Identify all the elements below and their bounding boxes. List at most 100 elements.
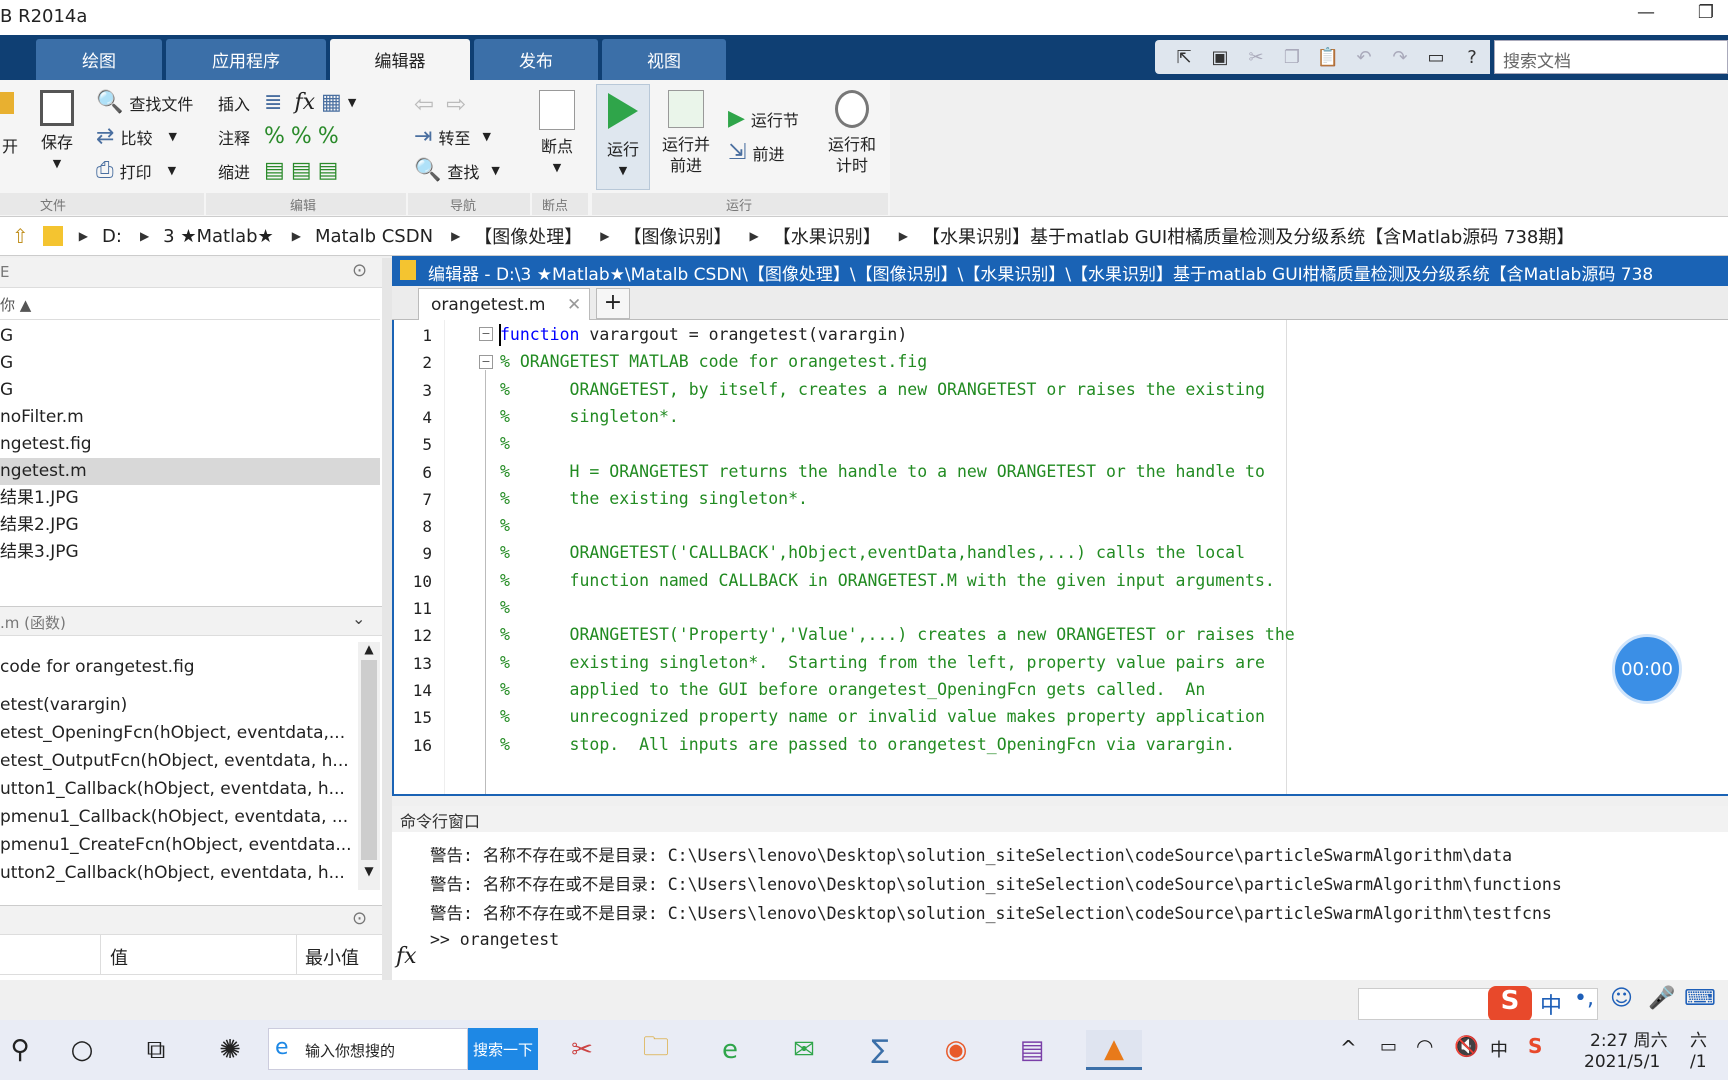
command-prompt-line[interactable]: >> orangetest bbox=[430, 930, 559, 949]
breadcrumb-item[interactable]: Matalb CSDN bbox=[315, 226, 433, 247]
tab-view[interactable]: 视图 bbox=[602, 39, 726, 80]
code-line[interactable]: % singleton*. bbox=[500, 407, 679, 426]
minimize-button[interactable]: — bbox=[1626, 2, 1666, 32]
breadcrumb-item[interactable]: 【水果识别】 bbox=[773, 223, 881, 249]
code-line[interactable]: function varargout = orangetest(varargin… bbox=[500, 325, 907, 344]
details-scrollbar[interactable]: ▲ ▼ bbox=[358, 642, 380, 890]
paste-icon[interactable]: 📋 bbox=[1313, 44, 1343, 70]
tray-ime-indicator[interactable]: 中 bbox=[1490, 1036, 1508, 1062]
clock-time[interactable]: 2:27 周六 bbox=[1590, 1026, 1668, 1051]
code-line[interactable]: % function named CALLBACK in ORANGETEST.… bbox=[500, 571, 1275, 590]
function-item[interactable]: pmenu1_CreateFcn(hObject, eventdata... bbox=[0, 831, 355, 859]
file-item[interactable]: 结果1.JPG bbox=[0, 485, 380, 512]
line-number[interactable]: 5 bbox=[394, 435, 432, 454]
sogou-ime-icon[interactable]: S bbox=[1488, 986, 1532, 1022]
line-number[interactable]: 11 bbox=[394, 599, 432, 618]
chrome-icon[interactable]: ◉ bbox=[936, 1030, 976, 1070]
redo-icon[interactable]: ↷ bbox=[1385, 44, 1415, 70]
cortana-icon[interactable]: ○ bbox=[62, 1030, 102, 1070]
line-number[interactable]: 6 bbox=[394, 463, 432, 482]
ime-voice-icon[interactable]: 🎤 bbox=[1648, 986, 1675, 1011]
function-item[interactable]: code for orangetest.fig bbox=[0, 653, 355, 681]
snip-tool-icon[interactable]: ✂ bbox=[562, 1030, 602, 1070]
fold-toggle-icon[interactable]: − bbox=[479, 327, 493, 341]
file-item[interactable]: G bbox=[0, 377, 380, 404]
tab-editor[interactable]: 编辑器 bbox=[330, 39, 470, 80]
panel-menu-icon[interactable]: ⊙ bbox=[352, 908, 367, 929]
code-line[interactable]: % ORANGETEST, by itself, creates a new O… bbox=[500, 380, 1265, 399]
tab-apps[interactable]: 应用程序 bbox=[166, 39, 326, 80]
file-item[interactable]: noFilter.m bbox=[0, 404, 380, 431]
tab-publish[interactable]: 发布 bbox=[474, 39, 598, 80]
wifi-icon[interactable]: ◠ bbox=[1416, 1034, 1433, 1058]
value-column-header[interactable]: 值 bbox=[110, 944, 128, 970]
window-switch-icon[interactable]: ▭ bbox=[1421, 44, 1451, 70]
fold-toggle-icon[interactable]: − bbox=[479, 355, 493, 369]
line-number[interactable]: 12 bbox=[394, 626, 432, 645]
panel-menu-icon[interactable]: ⊙ bbox=[352, 260, 367, 281]
line-number[interactable]: 2 bbox=[394, 353, 432, 372]
matlab-icon[interactable]: ▲ bbox=[1086, 1030, 1142, 1070]
chevron-down-icon[interactable]: ⌄ bbox=[352, 609, 365, 628]
min-column-header[interactable]: 最小值 bbox=[305, 944, 359, 970]
calculator-app-icon[interactable]: ∑ bbox=[860, 1030, 900, 1070]
help-icon[interactable]: ? bbox=[1457, 44, 1487, 70]
line-number[interactable]: 13 bbox=[394, 654, 432, 673]
function-item[interactable]: utton1_Callback(hObject, eventdata, h... bbox=[0, 775, 355, 803]
breadcrumb-item[interactable]: 【水果识别】基于matlab GUI柑橘质量检测及分级系统【含Matlab源码 … bbox=[922, 223, 1574, 249]
advance-button[interactable]: ⇲ 前进 bbox=[728, 140, 784, 165]
browser-icon[interactable]: e bbox=[710, 1030, 750, 1070]
run-section-button[interactable]: ▶ 运行节 bbox=[728, 106, 799, 131]
nav-arrows[interactable]: ⇦ ⇨ bbox=[414, 90, 466, 118]
comment-button[interactable]: 注释%%% bbox=[218, 124, 339, 149]
code-line[interactable]: % ORANGETEST MATLAB code for orangetest.… bbox=[500, 352, 927, 371]
cut-icon[interactable]: ✂ bbox=[1241, 44, 1271, 70]
file-item[interactable]: G bbox=[0, 350, 380, 377]
run-and-advance-button[interactable]: 运行并 前进 bbox=[656, 90, 716, 176]
compare-button[interactable]: ⇄ 比较 ▼ bbox=[96, 124, 177, 149]
file-item[interactable]: 结果3.JPG bbox=[0, 539, 380, 566]
breakpoints-button[interactable]: 断点 ▼ bbox=[532, 90, 582, 178]
line-number[interactable]: 15 bbox=[394, 708, 432, 727]
code-line[interactable]: % bbox=[500, 434, 510, 453]
save-icon[interactable]: ▣ bbox=[1205, 44, 1235, 70]
code-line[interactable]: % bbox=[500, 516, 510, 535]
web-search-input[interactable]: e 输入你想搜的 bbox=[268, 1028, 468, 1070]
indent-button[interactable]: 缩进 ▤ ▤ ▤ bbox=[218, 158, 338, 183]
file-item-selected[interactable]: ngetest.m bbox=[0, 458, 380, 485]
function-item[interactable]: etest(varargin) bbox=[0, 691, 355, 719]
code-line[interactable]: % unrecognized property name or invalid … bbox=[500, 707, 1265, 726]
print-button[interactable]: ⎙ 打印 ▼ bbox=[96, 158, 176, 183]
run-button[interactable]: 运行 ▼ bbox=[596, 84, 650, 190]
code-line[interactable]: % ORANGETEST('CALLBACK',hObject,eventDat… bbox=[500, 543, 1245, 562]
find-files-button[interactable]: 🔍 查找文件 bbox=[96, 90, 193, 115]
file-explorer-icon[interactable]: 🗀 bbox=[636, 1030, 676, 1070]
code-line[interactable]: % the existing singleton*. bbox=[500, 489, 808, 508]
ime-language-indicator[interactable]: 中 bbox=[1540, 988, 1562, 1020]
line-number[interactable]: 9 bbox=[394, 544, 432, 563]
network-icon[interactable]: ▭ bbox=[1380, 1036, 1397, 1057]
line-number[interactable]: 10 bbox=[394, 572, 432, 591]
task-view-icon[interactable]: ⧉ bbox=[136, 1030, 176, 1070]
find-button[interactable]: 🔍 查找 ▼ bbox=[414, 158, 500, 183]
code-line[interactable]: % applied to the GUI before orangetest_O… bbox=[500, 680, 1205, 699]
breadcrumb-item[interactable]: 【图像处理】 bbox=[474, 223, 582, 249]
web-search-button[interactable]: 搜索一下 bbox=[468, 1028, 538, 1070]
ime-punct-icon[interactable]: •, bbox=[1574, 986, 1594, 1011]
tray-chevron-icon[interactable]: ^ bbox=[1340, 1036, 1357, 1060]
volume-muted-icon[interactable]: 🔇 bbox=[1454, 1034, 1479, 1058]
save-button[interactable]: 保存 ▼ bbox=[34, 90, 80, 174]
copy-icon[interactable]: ❐ bbox=[1277, 44, 1307, 70]
scroll-up-icon[interactable]: ▲ bbox=[358, 642, 380, 656]
breadcrumb-item[interactable]: 【图像识别】 bbox=[624, 223, 732, 249]
line-number[interactable]: 3 bbox=[394, 381, 432, 400]
panel-splitter[interactable] bbox=[382, 258, 392, 980]
new-tab-button[interactable]: + bbox=[596, 288, 630, 319]
winrar-icon[interactable]: ▤ bbox=[1012, 1030, 1052, 1070]
line-number[interactable]: 7 bbox=[394, 490, 432, 509]
recording-timer[interactable]: 00:00 bbox=[1612, 634, 1682, 704]
file-item[interactable]: ngetest.fig bbox=[0, 431, 380, 458]
line-number[interactable]: 8 bbox=[394, 517, 432, 536]
line-number[interactable]: 16 bbox=[394, 736, 432, 755]
scroll-down-icon[interactable]: ▼ bbox=[358, 864, 380, 878]
